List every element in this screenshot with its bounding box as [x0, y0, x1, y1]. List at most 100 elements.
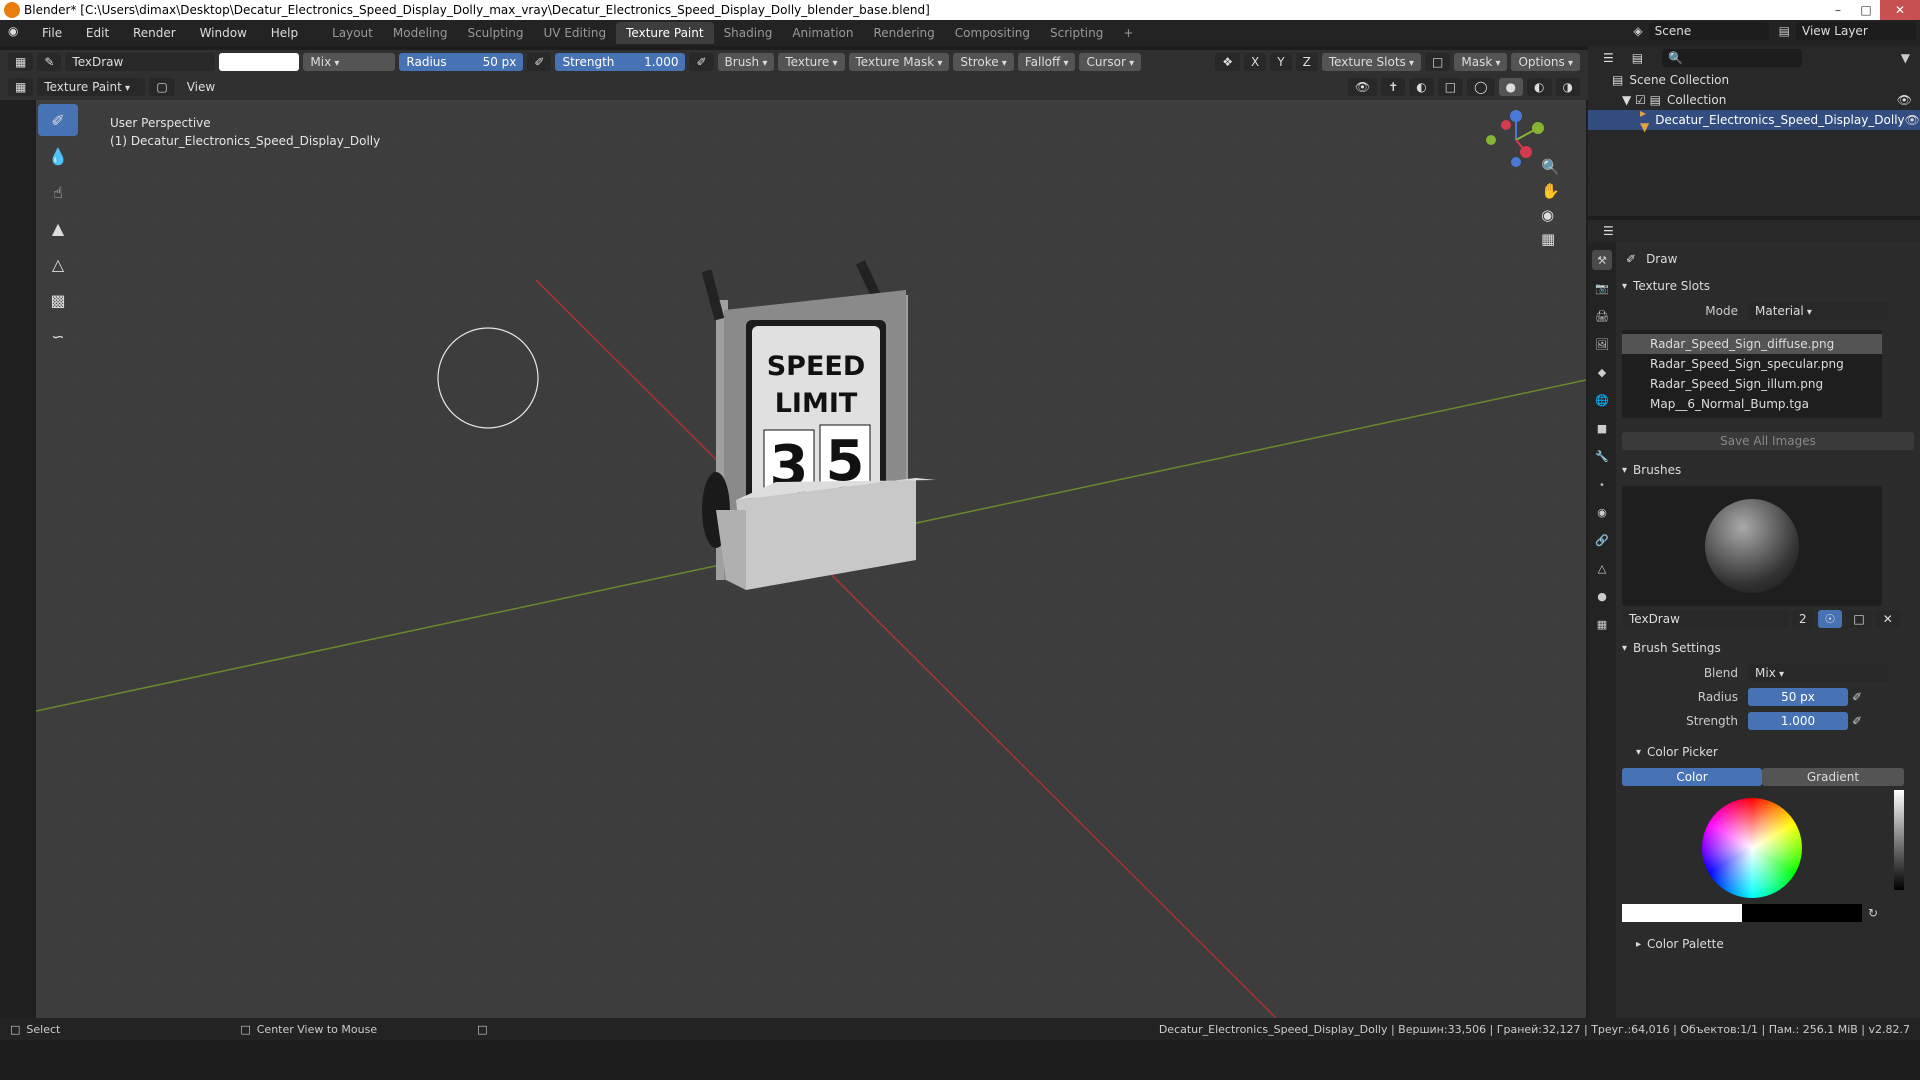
pan-hand-icon[interactable]: ✋ — [1541, 182, 1560, 200]
minimize-icon[interactable]: – — [1824, 0, 1852, 20]
color-wheel[interactable] — [1702, 798, 1802, 898]
radius-field[interactable]: 50 px — [1748, 688, 1848, 706]
maximize-icon[interactable]: □ — [1852, 0, 1880, 20]
new-brush-icon[interactable]: □ — [1846, 610, 1872, 628]
tab-sculpting[interactable]: Sculpting — [457, 22, 533, 44]
gizmo-z[interactable] — [1510, 110, 1522, 122]
object-eye-icon[interactable]: 👁 — [1905, 113, 1920, 127]
menu-render[interactable]: Render — [123, 26, 186, 40]
properties-type-icon[interactable]: ☰ — [1596, 222, 1621, 240]
outliner-scene-collection[interactable]: ▤ Scene Collection — [1588, 70, 1920, 90]
options-dropdown[interactable]: Options — [1511, 53, 1580, 71]
texture-slot-item[interactable]: Map__6_Normal_Bump.tga — [1622, 394, 1882, 414]
texture-slots-dropdown[interactable]: Texture Slots — [1321, 53, 1422, 71]
menu-edit[interactable]: Edit — [76, 26, 119, 40]
menu-cursor[interactable]: Cursor — [1079, 53, 1142, 71]
blender-menu-icon[interactable]: ◉ — [8, 24, 26, 42]
overlays-icon[interactable]: ◐ — [1409, 78, 1434, 96]
axis-z[interactable]: Z — [1295, 53, 1318, 71]
tab-texture-paint[interactable]: Texture Paint — [616, 22, 714, 44]
filter-view-icon[interactable]: ▤ — [1624, 49, 1651, 67]
texture-slots-panel[interactable]: Texture Slots — [1618, 274, 1918, 298]
texture-tab-icon[interactable]: ▦ — [1592, 614, 1612, 634]
view-layer-field[interactable]: View Layer — [1796, 22, 1916, 40]
menu-stroke[interactable]: Stroke — [953, 53, 1014, 71]
color-picker-panel[interactable]: Color Picker — [1618, 740, 1918, 764]
menu-file[interactable]: File — [32, 26, 72, 40]
menu-texture-mask[interactable]: Texture Mask — [848, 53, 950, 71]
tab-uv-editing[interactable]: UV Editing — [534, 22, 617, 44]
texture-slot-item[interactable]: Radar_Speed_Sign_specular.png — [1622, 354, 1882, 374]
outliner-object[interactable]: ▸ ▼ Decatur_Electronics_Speed_Display_Dol… — [1588, 106, 1920, 134]
fill-tool-icon[interactable]: △ — [38, 248, 78, 280]
unlink-brush-icon[interactable]: ✕ — [1875, 610, 1900, 628]
radius-pressure-icon[interactable]: ✐ — [1852, 690, 1862, 704]
brush-settings-panel[interactable]: Brush Settings — [1618, 636, 1918, 660]
collection-eye-icon[interactable]: 👁 — [1897, 93, 1912, 107]
color-palette-panel[interactable]: Color Palette — [1618, 932, 1918, 956]
material-tab-icon[interactable]: ● — [1592, 586, 1612, 606]
rendered-shading-icon[interactable]: ◑ — [1555, 78, 1580, 96]
particles-tab-icon[interactable]: ⋆ — [1592, 474, 1612, 494]
menu-help[interactable]: Help — [261, 26, 308, 40]
tab-scripting[interactable]: Scripting — [1040, 22, 1113, 44]
texture-slot-item[interactable]: Radar_Speed_Sign_diffuse.png — [1622, 334, 1882, 354]
add-workspace-icon[interactable]: + — [1113, 22, 1143, 44]
zoom-icon[interactable]: 🔍 — [1541, 158, 1560, 176]
object-tab-icon[interactable]: ■ — [1592, 418, 1612, 438]
mode-select[interactable]: Material — [1748, 302, 1888, 320]
texture-slot-item[interactable]: Radar_Speed_Sign_illum.png — [1622, 374, 1882, 394]
tool-tab-icon[interactable]: ⚒ — [1592, 250, 1612, 270]
modifier-tab-icon[interactable]: 🔧 — [1592, 446, 1612, 466]
tab-layout[interactable]: Layout — [322, 22, 383, 44]
material-shading-icon[interactable]: ◐ — [1527, 78, 1552, 96]
brushes-panel[interactable]: Brushes — [1618, 458, 1918, 482]
gizmo-y[interactable] — [1532, 122, 1544, 134]
menu-window[interactable]: Window — [190, 26, 257, 40]
tab-compositing[interactable]: Compositing — [945, 22, 1040, 44]
value-slider[interactable] — [1894, 790, 1904, 890]
strength-slider[interactable]: Strength 1.000 — [555, 53, 686, 71]
mode-dropdown[interactable]: Texture Paint — [37, 78, 146, 96]
pressure-icon-2[interactable]: ✐ — [689, 53, 714, 71]
filter-icon[interactable]: ▼ — [1901, 51, 1910, 65]
solid-shading-icon[interactable]: ● — [1498, 78, 1524, 96]
physics-tab-icon[interactable]: ◉ — [1592, 502, 1612, 522]
mask-dropdown[interactable]: Mask — [1454, 53, 1508, 71]
radius-slider[interactable]: Radius 50 px — [399, 53, 524, 71]
outliner-collection[interactable]: ▼ ☑ ▤ Collection 👁 — [1588, 90, 1920, 110]
tab-rendering[interactable]: Rendering — [864, 22, 945, 44]
editor-type-icon[interactable]: ▦ — [8, 53, 34, 71]
editor-grid-icon[interactable]: ▦ — [8, 78, 34, 96]
menu-brush[interactable]: Brush — [717, 53, 775, 71]
gradient-tab[interactable]: Gradient — [1762, 768, 1904, 786]
scene-tab-icon[interactable]: ◆ — [1592, 362, 1612, 382]
pressure-icon[interactable]: ✐ — [527, 53, 552, 71]
view-layer-tab-icon[interactable]: 🖼 — [1592, 334, 1612, 354]
gizmo-icon[interactable]: ✝ — [1381, 78, 1406, 96]
output-tab-icon[interactable]: 🖨 — [1592, 306, 1612, 326]
blend-select[interactable]: Mix — [1748, 664, 1888, 682]
mask-checkbox[interactable]: □ — [1425, 53, 1451, 71]
tab-shading[interactable]: Shading — [714, 22, 783, 44]
strength-pressure-icon[interactable]: ✐ — [1852, 714, 1862, 728]
view-menu[interactable]: View — [187, 80, 215, 94]
tab-animation[interactable]: Animation — [782, 22, 863, 44]
close-icon[interactable]: ✕ — [1880, 0, 1920, 20]
draw-tool-icon[interactable]: ✐ — [38, 104, 78, 136]
menu-falloff[interactable]: Falloff — [1017, 53, 1076, 71]
brush-name-field[interactable]: TexDraw — [65, 53, 216, 71]
world-tab-icon[interactable]: 🌐 — [1592, 390, 1612, 410]
visibility-icon[interactable]: 👁 — [1347, 78, 1378, 96]
tool-icon[interactable]: ✎ — [37, 53, 62, 71]
brush-name-field[interactable]: TexDraw — [1622, 610, 1788, 628]
grid-view-icon[interactable]: ▦ — [1541, 230, 1560, 248]
render-tab-icon[interactable]: 📷 — [1592, 278, 1612, 298]
color-tab[interactable]: Color — [1622, 768, 1762, 786]
axis-x[interactable]: X — [1244, 53, 1267, 71]
navigation-gizmo[interactable] — [1486, 110, 1546, 170]
color-swatch[interactable] — [219, 53, 300, 71]
mask-tool-icon[interactable]: ▩ — [38, 284, 78, 316]
display-mode-icon[interactable]: ☰ — [1596, 49, 1621, 67]
blend-dropdown[interactable]: Mix — [303, 53, 396, 71]
